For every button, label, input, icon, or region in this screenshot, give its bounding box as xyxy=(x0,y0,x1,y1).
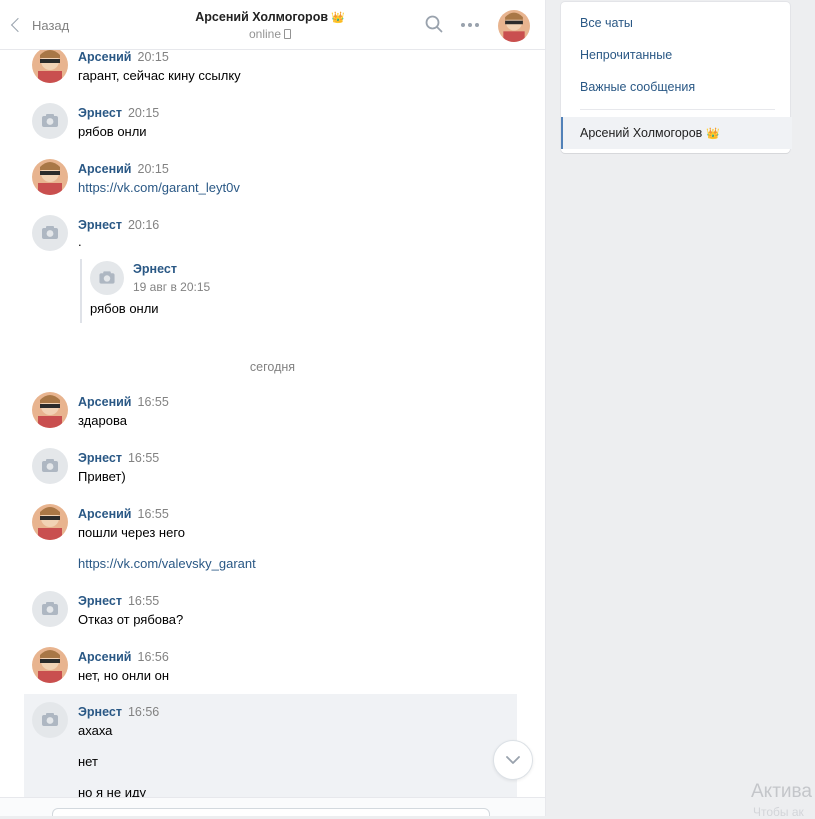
avatar-arseniy[interactable] xyxy=(32,47,68,83)
forwarded-author[interactable]: Эрнест xyxy=(133,262,177,276)
message: Арсений 16:55 пошли через него https://vk… xyxy=(24,502,517,574)
message: Эрнест 16:55 Отказ от рябова? xyxy=(24,589,517,629)
message-author[interactable]: Эрнест 20:15 xyxy=(78,106,159,120)
message-time: 20:15 xyxy=(137,50,169,64)
back-button[interactable]: Назад xyxy=(8,14,69,36)
avatar-ernest[interactable] xyxy=(32,215,68,251)
crown-icon: 👑 xyxy=(331,12,345,24)
activation-watermark: Актива xyxy=(751,781,812,802)
header-avatar[interactable] xyxy=(498,10,530,42)
peer-name[interactable]: Арсений Холмогоров 👑 xyxy=(150,10,390,24)
message: Арсений 20:15 https://vk.com/garant_leyt0… xyxy=(24,157,517,197)
message-text: нет xyxy=(78,754,98,769)
message-feed[interactable]: Арсений 20:15 гарант, сейчас кину ссылку … xyxy=(0,0,545,816)
avatar-ernest[interactable] xyxy=(32,702,68,738)
avatar-arseniy[interactable] xyxy=(32,647,68,683)
message-composer xyxy=(0,797,545,816)
message-author[interactable]: Арсений 16:56 xyxy=(78,650,169,664)
menu-unread[interactable]: Непрочитанные xyxy=(580,48,672,62)
message-time: 16:55 xyxy=(127,594,160,608)
message-text: ахаха xyxy=(78,723,113,738)
message-author[interactable]: Арсений 16:55 xyxy=(78,507,169,521)
mobile-icon xyxy=(284,29,292,39)
message: Арсений 16:55 здарова xyxy=(24,390,517,430)
menu-important[interactable]: Важные сообщения xyxy=(580,80,695,94)
message-text: нет, но онли он xyxy=(78,668,170,683)
message-time: 16:56 xyxy=(127,705,160,719)
peer-status: online xyxy=(150,27,390,41)
crown-icon: 👑 xyxy=(706,128,721,140)
message-time: 20:15 xyxy=(127,106,160,120)
message-author[interactable]: Эрнест 20:16 xyxy=(78,218,159,232)
message-author[interactable]: Арсений 20:15 xyxy=(78,50,169,64)
avatar-ernest[interactable] xyxy=(90,261,124,295)
date-separator: сегодня xyxy=(249,360,296,374)
message-author[interactable]: Эрнест 16:55 xyxy=(78,451,159,465)
message-author[interactable]: Эрнест 16:55 xyxy=(78,594,159,608)
message-selected[interactable]: Эрнест 16:56 ахаха нет но я не иду xyxy=(24,694,517,804)
message: Эрнест 16:55 Привет) xyxy=(24,446,517,486)
message-author[interactable]: Арсений 20:15 xyxy=(78,162,169,176)
avatar-arseniy[interactable] xyxy=(32,159,68,195)
chevron-down-icon xyxy=(506,756,520,764)
search-icon[interactable] xyxy=(425,15,443,33)
activation-watermark-sub: Чтобы ак xyxy=(753,805,804,819)
active-chat-item[interactable]: Арсений Холмогоров 👑 xyxy=(561,117,792,149)
message-time: 16:56 xyxy=(137,650,169,664)
message-link[interactable]: https://vk.com/garant_leyt0v xyxy=(78,180,240,195)
more-icon[interactable] xyxy=(459,17,481,33)
message-time: 20:15 xyxy=(137,162,169,176)
message-time: 16:55 xyxy=(137,507,169,521)
avatar-arseniy[interactable] xyxy=(32,504,68,540)
forwarded-message[interactable]: Эрнест 19 авг в 20:15 рябов онли xyxy=(80,259,382,323)
message-link[interactable]: https://vk.com/valevsky_garant xyxy=(78,556,256,571)
message-author[interactable]: Арсений 16:55 xyxy=(78,395,169,409)
message-time: 16:55 xyxy=(127,451,160,465)
avatar-arseniy[interactable] xyxy=(32,392,68,428)
message-input[interactable] xyxy=(52,808,490,816)
active-chat-label: Арсений Холмогоров 👑 xyxy=(580,126,721,140)
scroll-down-button[interactable] xyxy=(493,740,533,780)
menu-all-chats[interactable]: Все чаты xyxy=(580,16,633,30)
chevron-left-icon xyxy=(10,17,26,33)
message-time: 20:16 xyxy=(127,218,160,232)
avatar-ernest[interactable] xyxy=(32,448,68,484)
message: Арсений 20:15 гарант, сейчас кину ссылку xyxy=(24,45,517,85)
message: Эрнест 20:15 рябов онли xyxy=(24,101,517,141)
message: Эрнест 20:16 . xyxy=(24,213,517,253)
avatar-ernest[interactable] xyxy=(32,591,68,627)
message-time: 16:55 xyxy=(137,395,169,409)
chat-header: Назад Арсений Холмогоров 👑 online xyxy=(0,0,545,50)
message-text: Отказ от рябова? xyxy=(78,612,184,627)
message-text: Привет) xyxy=(78,469,126,484)
forwarded-date[interactable]: 19 авг в 20:15 xyxy=(133,280,210,294)
message: Арсений 16:56 нет, но онли он xyxy=(24,645,517,685)
back-label: Назад xyxy=(32,17,70,33)
message-text: . xyxy=(78,234,82,249)
message-text: гарант, сейчас кину ссылку xyxy=(78,68,241,83)
message-text: пошли через него xyxy=(78,525,186,540)
avatar-ernest[interactable] xyxy=(32,103,68,139)
message-author[interactable]: Эрнест 16:56 xyxy=(78,705,159,719)
message-text: рябов онли xyxy=(78,124,147,139)
right-menu: Все чаты Непрочитанные Важные сообщения … xyxy=(561,2,792,153)
chat-window: Арсений 20:15 гарант, сейчас кину ссылку … xyxy=(0,0,546,816)
peer-info[interactable]: Арсений Холмогоров 👑 online xyxy=(150,10,390,41)
message-text: здарова xyxy=(78,413,127,428)
forwarded-text: рябов онли xyxy=(90,301,159,316)
menu-divider xyxy=(580,109,775,110)
